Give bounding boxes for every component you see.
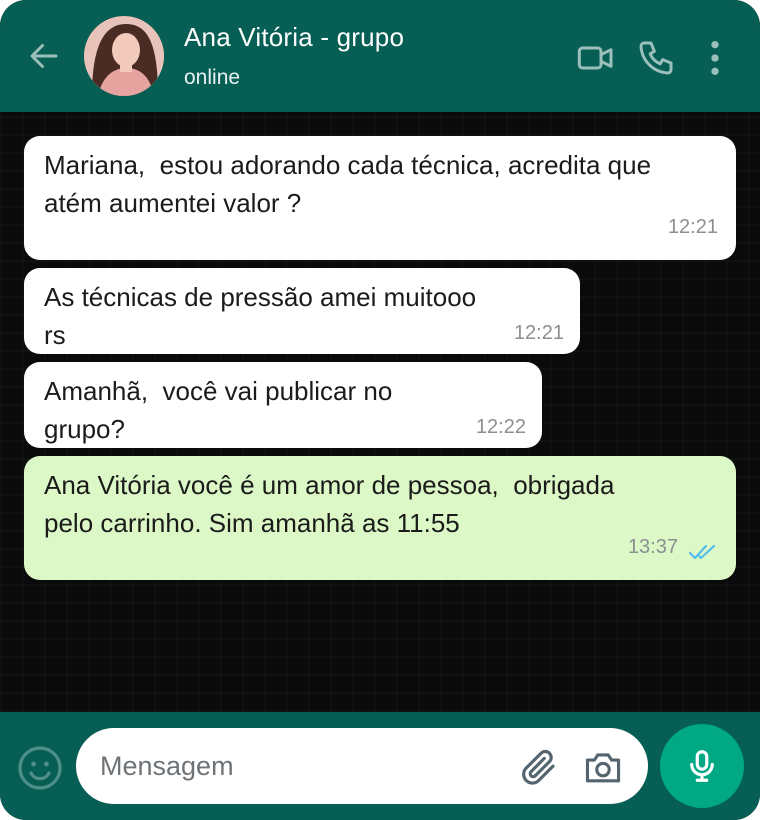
chat-title[interactable]: Ana Vitória - grupo <box>184 22 404 53</box>
arrow-left-icon <box>30 44 58 68</box>
video-camera-icon <box>577 46 613 70</box>
video-call-button[interactable] <box>576 38 616 78</box>
voice-message-button[interactable] <box>660 724 744 808</box>
camera-button[interactable] <box>582 748 624 786</box>
message-list[interactable]: Mariana, estou adorando cada técnica, ac… <box>0 112 760 712</box>
message-input-container <box>76 728 648 804</box>
message-text: Ana Vitória você é um amor de pessoa, ob… <box>44 470 615 538</box>
message-time: 12:21 <box>667 216 718 238</box>
emoji-button[interactable] <box>16 744 64 792</box>
paperclip-icon <box>522 749 555 785</box>
attach-button[interactable] <box>518 746 560 788</box>
phone-icon <box>639 41 673 75</box>
message-input[interactable] <box>100 746 500 786</box>
avatar-photo <box>84 16 164 96</box>
message-time: 12:22 <box>475 416 526 438</box>
more-options-button[interactable] <box>700 38 730 78</box>
message-text: As técnicas de pressão amei muitooo rs <box>44 282 477 350</box>
chat-header: Ana Vitória - grupo online <box>0 0 760 112</box>
presence-status: online <box>184 66 241 89</box>
voice-call-button[interactable] <box>636 38 676 78</box>
message-text: Mariana, estou adorando cada técnica, ac… <box>44 150 652 218</box>
back-button[interactable] <box>26 38 62 74</box>
more-vertical-icon <box>711 41 719 75</box>
message-bubble-incoming[interactable]: As técnicas de pressão amei muitooo rs 1… <box>24 268 580 354</box>
chat-window: Ana Vitória - grupo online Mariana, esto… <box>0 0 760 820</box>
camera-icon <box>585 753 621 783</box>
double-check-read-icon <box>688 544 716 560</box>
message-bubble-incoming[interactable]: Mariana, estou adorando cada técnica, ac… <box>24 136 736 260</box>
composer-bar <box>0 712 760 820</box>
message-bubble-incoming[interactable]: Amanhã, você vai publicar no grupo? 12:2… <box>24 362 542 448</box>
emoji-icon <box>18 746 62 790</box>
message-bubble-outgoing[interactable]: Ana Vitória você é um amor de pessoa, ob… <box>24 456 736 580</box>
microphone-icon <box>690 750 714 782</box>
message-text: Amanhã, você vai publicar no grupo? <box>44 376 393 444</box>
message-time: 13:37 <box>627 536 678 558</box>
message-time: 12:21 <box>513 322 564 344</box>
avatar[interactable] <box>84 16 164 96</box>
